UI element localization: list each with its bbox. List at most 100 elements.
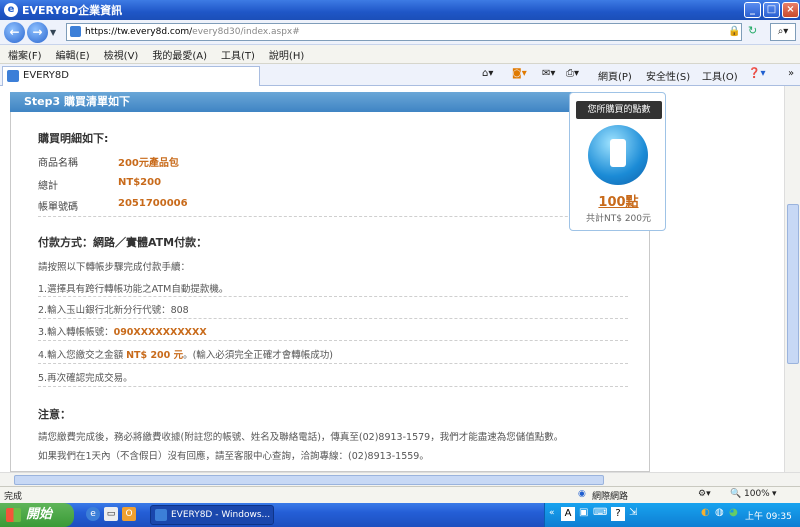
zoom-dropdown-icon[interactable]: ▾ <box>772 489 777 499</box>
home-icon[interactable]: ⌂▾ <box>482 68 493 79</box>
history-dropdown-icon[interactable]: ▼ <box>50 28 56 37</box>
taskbar-item-every8d[interactable]: EVERY8D - Windows... <box>150 505 274 525</box>
payment-step-4: 4.輸入您繳交之金額 NT$ 200 元。(輸入必須完全正確才會轉帳成功) <box>38 347 333 361</box>
mail-icon[interactable]: ✉▾ <box>542 68 555 79</box>
page-content: Step3 購買清單如下 購買明細如下: 商品名稱 200元產品包 總計 NT$… <box>0 86 784 472</box>
tray-pin-icon[interactable]: ⇲ <box>629 507 637 518</box>
chevron-right-icon[interactable]: » <box>788 68 794 79</box>
divider <box>38 386 628 387</box>
task-ie-icon <box>155 509 167 521</box>
back-button[interactable]: ← <box>4 22 25 43</box>
window-title-bar: e EVERY8D企業資訊 _ □ × <box>0 0 800 20</box>
zone-text: 網際網路 <box>592 492 629 502</box>
zoom-level[interactable]: 100% <box>744 489 770 499</box>
address-input[interactable]: https://tw.every8d.com/every8d30/index.a… <box>66 23 742 41</box>
minimize-button[interactable]: _ <box>744 2 761 18</box>
zoom-icon[interactable]: 🔍 <box>730 489 741 499</box>
menu-bar: 檔案(F) 編輯(E) 檢視(V) 我的最愛(A) 工具(T) 說明(H) <box>0 45 800 64</box>
site-favicon-icon <box>70 26 81 37</box>
horizontal-scrollbar[interactable] <box>0 472 800 486</box>
menu-tools[interactable]: 工具(T) <box>221 47 255 62</box>
feeds-icon[interactable]: ◙▾ <box>512 68 527 79</box>
divider <box>38 363 628 364</box>
address-path: every8d30/index.aspx# <box>192 27 300 37</box>
step-3-text: 3.輸入轉帳帳號： <box>38 327 114 338</box>
volume-icon[interactable]: ◍ <box>715 507 724 518</box>
notice-line-2: 如果我們在1天內（不含假日）沒有回應，請至客服中心查詢，洽詢專線：(02)891… <box>38 451 429 462</box>
help-tray-icon[interactable]: ? <box>611 507 625 521</box>
refresh-icon[interactable]: ↻ <box>748 24 757 37</box>
globe-icon: ◉ <box>578 489 586 499</box>
help-icon[interactable]: ❓▾ <box>748 68 765 79</box>
payment-amount: NT$ 200 元 <box>126 350 184 361</box>
network-icon[interactable]: ◐ <box>701 507 710 518</box>
close-button[interactable]: × <box>782 2 799 18</box>
product-name-label: 商品名稱 <box>38 158 78 169</box>
lock-icon[interactable]: 🔒 <box>728 26 740 37</box>
divider <box>38 340 628 341</box>
window-title: EVERY8D企業資訊 <box>22 4 123 17</box>
divider <box>38 318 628 319</box>
mobile-phone-icon <box>588 125 648 185</box>
menu-help[interactable]: 說明(H) <box>269 47 304 62</box>
ime-icon[interactable]: ▣ <box>579 507 588 518</box>
status-text: 完成 <box>4 492 23 502</box>
tab-label: EVERY8D <box>23 70 69 81</box>
payment-step-3: 3.輸入轉帳帳號：090XXXXXXXXXX <box>38 324 207 338</box>
address-host: https://tw.every8d.com/ <box>85 27 193 37</box>
bill-number-label: 帳單號碼 <box>38 202 78 213</box>
windows-logo-icon <box>6 508 21 522</box>
quicklaunch-outlook-icon[interactable]: O <box>122 507 136 521</box>
security-icon[interactable]: ◕ <box>729 507 738 518</box>
tab-favicon-icon <box>7 70 19 82</box>
task-label: EVERY8D - Windows... <box>171 510 271 520</box>
safety-menu[interactable]: 安全性(S) <box>646 68 690 83</box>
start-label: 開始 <box>26 507 53 522</box>
step-4-note: 。(輸入必須完全正確才會轉帳成功) <box>183 350 334 361</box>
purchased-points-button[interactable]: 您所購買的點數 <box>576 101 662 119</box>
product-name-value: 200元產品包 <box>118 158 179 169</box>
forward-button[interactable]: → <box>27 22 48 43</box>
payment-intro: 請按照以下轉帳步驟完成付款手續： <box>38 262 191 273</box>
tray-expand-icon[interactable]: « <box>549 508 555 518</box>
payment-step-2: 2.輸入玉山銀行北新分行代號：808 <box>38 305 189 316</box>
page-menu[interactable]: 網頁(P) <box>598 68 632 83</box>
purchase-heading: 購買明細如下: <box>38 132 109 145</box>
maximize-button[interactable]: □ <box>763 2 780 18</box>
points-summary-box: 您所購買的點數 100點 共計NT$ 200元 <box>569 92 666 231</box>
taskbar: 開始 e ▭ O EVERY8D - Windows... « A ▣ ⌨ ? … <box>0 503 800 527</box>
payment-heading: 付款方式：網路／實體ATM付款： <box>38 236 208 249</box>
payment-step-5: 5.再次確認完成交易。 <box>38 373 133 384</box>
notice-line-1: 請您繳費完成後，務必將繳費收據(附註您的帳號、姓名及聯絡電話)，傳真至(02)8… <box>38 432 564 443</box>
divider <box>38 296 628 297</box>
points-link[interactable]: 100點 <box>570 191 667 210</box>
input-mode-icon[interactable]: A <box>561 507 575 521</box>
clock[interactable]: 上午 09:35 <box>745 509 792 522</box>
total-value: NT$200 <box>118 177 162 188</box>
menu-view[interactable]: 檢視(V) <box>104 47 139 62</box>
step-header: Step3 購買清單如下 <box>10 92 650 112</box>
menu-favorites[interactable]: 我的最愛(A) <box>152 47 207 62</box>
tools-menu[interactable]: 工具(O) <box>702 68 738 83</box>
menu-edit[interactable]: 編輯(E) <box>56 47 90 62</box>
bill-number-value: 2051700006 <box>118 198 188 209</box>
system-tray: « A ▣ ⌨ ? ⇲ ◐ ◍ ◕ 上午 09:35 <box>544 503 800 527</box>
quicklaunch-desktop-icon[interactable]: ▭ <box>104 507 118 521</box>
tab-bar: EVERY8D ⌂▾ ◙▾ ✉▾ ⎙▾ 網頁(P) 安全性(S) 工具(O) ❓… <box>0 64 800 86</box>
menu-file[interactable]: 檔案(F) <box>8 47 42 62</box>
step-4-text: 4.輸入您繳交之金額 <box>38 350 127 361</box>
tab-every8d[interactable]: EVERY8D <box>2 66 260 86</box>
quicklaunch-ie-icon[interactable]: e <box>86 507 100 521</box>
search-icon[interactable]: ⌕▾ <box>770 23 796 41</box>
protected-mode-icon[interactable]: ⚙▾ <box>698 489 711 499</box>
vertical-scrollbar[interactable] <box>784 86 800 472</box>
transfer-account-number: 090XXXXXXXXXX <box>113 327 207 338</box>
points-total: 共計NT$ 200元 <box>586 214 651 224</box>
keyboard-icon[interactable]: ⌨ <box>593 507 607 518</box>
divider <box>38 216 628 217</box>
total-label: 總計 <box>38 181 58 192</box>
print-icon[interactable]: ⎙▾ <box>566 68 579 79</box>
start-button[interactable]: 開始 <box>0 503 74 527</box>
notice-heading: 注意： <box>38 408 71 421</box>
address-toolbar: ← → ▼ https://tw.every8d.com/every8d30/i… <box>0 20 800 45</box>
